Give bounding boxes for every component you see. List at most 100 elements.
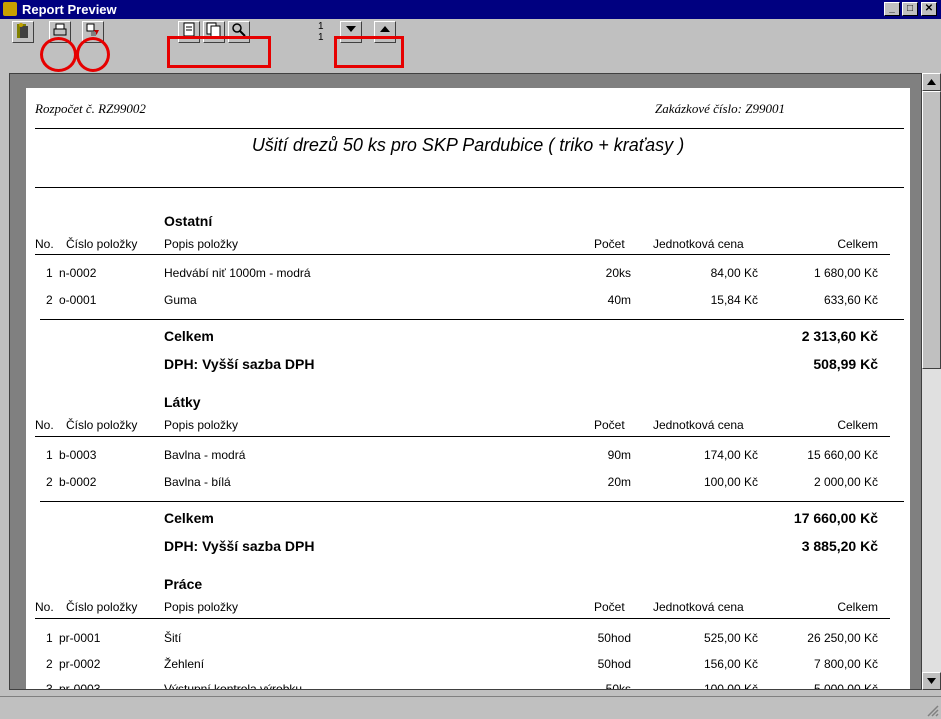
- col-code: Číslo položky: [66, 418, 138, 432]
- row-price: 100,00 Kč: [703, 475, 758, 489]
- row-total: 633,60 Kč: [823, 293, 878, 307]
- exit-icon: [17, 23, 28, 38]
- row-qty: 20m: [607, 475, 631, 489]
- row-price: 156,00 Kč: [703, 657, 758, 671]
- row-desc: Žehlení: [164, 657, 205, 671]
- row-code: pr-0001: [59, 631, 101, 645]
- status-bar: [0, 696, 941, 719]
- group-title: Ostatní: [164, 213, 213, 229]
- row-price: 174,00 Kč: [703, 448, 758, 462]
- group-sum-line: [40, 319, 904, 320]
- row-total: 2 000,00 Kč: [813, 475, 878, 489]
- row-desc: Šití: [164, 631, 182, 645]
- toolbar: 1 1: [0, 19, 941, 73]
- annotation-circle-4: [76, 37, 110, 72]
- group-sum-label: Celkem: [164, 510, 214, 526]
- row-no: 1: [46, 448, 53, 462]
- group-vat-label: DPH: Vyšší sazba DPH: [164, 538, 315, 554]
- export-icon: [86, 23, 99, 36]
- row-desc: Guma: [164, 293, 197, 307]
- col-code: Číslo položky: [66, 237, 138, 251]
- budget-number: Rozpočet č. RZ99002: [35, 101, 146, 116]
- row-desc: Výstupní kontrola výrobku: [164, 682, 303, 690]
- row-no: 1: [46, 266, 53, 280]
- previous-page-icon: [380, 26, 390, 32]
- row-code: o-0001: [59, 293, 97, 307]
- row-price: 100,00 Kč: [703, 682, 758, 690]
- col-unit-price: Jednotková cena: [653, 418, 744, 432]
- group-title: Látky: [164, 394, 201, 410]
- group-sum-label: Celkem: [164, 328, 214, 344]
- col-desc: Popis položky: [164, 237, 239, 251]
- row-qty: 40m: [607, 293, 631, 307]
- header-line: [35, 254, 890, 255]
- row-price: 525,00 Kč: [703, 631, 758, 645]
- row-code: n-0002: [59, 266, 97, 280]
- group-vat-value: 508,99 Kč: [813, 356, 878, 372]
- print-icon: [53, 23, 67, 36]
- col-qty: Počet: [594, 418, 625, 432]
- col-no: No.: [35, 418, 54, 432]
- group-sum-value: 17 660,00 Kč: [793, 510, 878, 526]
- col-total: Celkem: [837, 418, 878, 432]
- row-code: pr-0003: [59, 682, 101, 690]
- row-code: b-0003: [59, 448, 97, 462]
- col-no: No.: [35, 600, 54, 614]
- annotation-box-1: [167, 36, 271, 68]
- row-price: 84,00 Kč: [710, 266, 758, 280]
- col-code: Číslo položky: [66, 600, 138, 614]
- report-title: Ušití drezů 50 ks pro SKP Pardubice ( tr…: [251, 135, 685, 155]
- window-title: Report Preview: [22, 2, 117, 17]
- col-unit-price: Jednotková cena: [653, 237, 744, 251]
- col-unit-price: Jednotková cena: [653, 600, 744, 614]
- header-divider: [35, 128, 904, 129]
- resize-grip-icon[interactable]: [925, 703, 939, 717]
- scroll-thumb[interactable]: [922, 91, 941, 369]
- row-desc: Hedvábí niť 1000m - modrá: [164, 266, 311, 280]
- maximize-button[interactable]: □: [902, 2, 918, 16]
- title-divider: [35, 187, 904, 188]
- annotation-circle-3: [40, 37, 77, 72]
- row-price: 15,84 Kč: [710, 293, 758, 307]
- row-qty: 50ks: [605, 682, 631, 690]
- row-qty: 90m: [607, 448, 631, 462]
- arrow-up-icon: [927, 79, 936, 85]
- row-no: 3: [46, 682, 53, 690]
- col-total: Celkem: [837, 237, 878, 251]
- row-no: 2: [46, 475, 53, 489]
- close-button[interactable]: ✕: [921, 2, 937, 16]
- row-desc: Bavlna - bílá: [164, 475, 231, 489]
- scroll-down-button[interactable]: [922, 672, 941, 690]
- row-desc: Bavlna - modrá: [164, 448, 246, 462]
- arrow-down-icon: [927, 678, 936, 684]
- vertical-scrollbar[interactable]: [922, 73, 941, 690]
- minimize-button[interactable]: _: [884, 2, 900, 16]
- group-vat-label: DPH: Vyšší sazba DPH: [164, 356, 315, 372]
- row-total: 1 680,00 Kč: [813, 266, 878, 280]
- row-total: 15 660,00 Kč: [807, 448, 878, 462]
- row-total: 5 000,00 Kč: [813, 682, 878, 690]
- annotation-box-2: [334, 36, 404, 68]
- col-qty: Počet: [594, 237, 625, 251]
- col-no: No.: [35, 237, 54, 251]
- col-qty: Počet: [594, 600, 625, 614]
- col-desc: Popis položky: [164, 418, 239, 432]
- row-no: 2: [46, 657, 53, 671]
- row-qty: 50hod: [597, 657, 631, 671]
- next-page-icon: [346, 26, 356, 32]
- title-bar: Report Preview _ □ ✕: [0, 0, 941, 19]
- page-number-top: 1: [318, 21, 324, 32]
- row-code: pr-0002: [59, 657, 101, 671]
- row-qty: 20ks: [605, 266, 631, 280]
- preview-viewport[interactable]: Rozpočet č. RZ99002 Zakázkové číslo: Z99…: [9, 73, 922, 690]
- scroll-up-button[interactable]: [922, 73, 941, 91]
- col-total: Celkem: [837, 600, 878, 614]
- report-page: Rozpočet č. RZ99002 Zakázkové číslo: Z99…: [26, 88, 910, 690]
- row-no: 2: [46, 293, 53, 307]
- group-sum-value: 2 313,60 Kč: [801, 328, 878, 344]
- exit-button[interactable]: [12, 21, 34, 43]
- app-icon: [3, 2, 17, 16]
- row-total: 7 800,00 Kč: [813, 657, 878, 671]
- row-code: b-0002: [59, 475, 97, 489]
- row-no: 1: [46, 631, 53, 645]
